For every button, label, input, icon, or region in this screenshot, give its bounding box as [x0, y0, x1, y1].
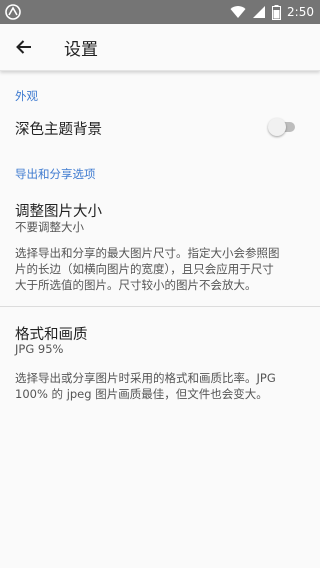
- format-value: JPG 95%: [15, 342, 64, 356]
- status-time: 2:50: [287, 5, 314, 19]
- resize-description-line: 大于所选值的图片。尺寸较小的图片不会放大。: [15, 278, 257, 292]
- format-description-line: 选择导出或分享图片时采用的格式和画质比率。JPG: [15, 371, 276, 385]
- resize-value: 不要调整大小: [15, 220, 84, 234]
- battery-icon: [272, 4, 282, 20]
- status-bar: 2:50: [0, 0, 320, 24]
- switch-thumb: [268, 118, 286, 136]
- section-header-export: 导出和分享选项: [15, 167, 96, 181]
- format-description-line: 100% 的 jpeg 图片画质最佳，但文件也会变大。: [15, 387, 268, 401]
- dark-theme-title: 深色主题背景: [15, 122, 102, 138]
- format-description: 选择导出或分享图片时采用的格式和画质比率。JPG 100% 的 jpeg 图片画…: [15, 370, 305, 402]
- resize-description-line: 选择导出和分享的最大图片尺寸。指定大小会参照图: [15, 246, 280, 260]
- back-button[interactable]: [12, 35, 36, 59]
- app-bar: 设置: [0, 24, 320, 71]
- dark-theme-switch[interactable]: [268, 118, 298, 136]
- format-title: 格式和画质: [15, 327, 88, 343]
- page-title: 设置: [64, 40, 98, 60]
- resize-title: 调整图片大小: [15, 204, 102, 220]
- wifi-icon: [230, 6, 246, 19]
- divider: [0, 306, 320, 307]
- section-header-appearance: 外观: [15, 89, 38, 103]
- resize-description: 选择导出和分享的最大图片尺寸。指定大小会参照图 片的长边（如横向图片的宽度），且…: [15, 245, 305, 293]
- signal-icon: [253, 6, 266, 18]
- resize-description-line: 片的长边（如横向图片的宽度），且只会应用于尺寸: [15, 262, 274, 276]
- app-logo-icon: [5, 4, 21, 20]
- back-arrow-icon: [16, 40, 31, 54]
